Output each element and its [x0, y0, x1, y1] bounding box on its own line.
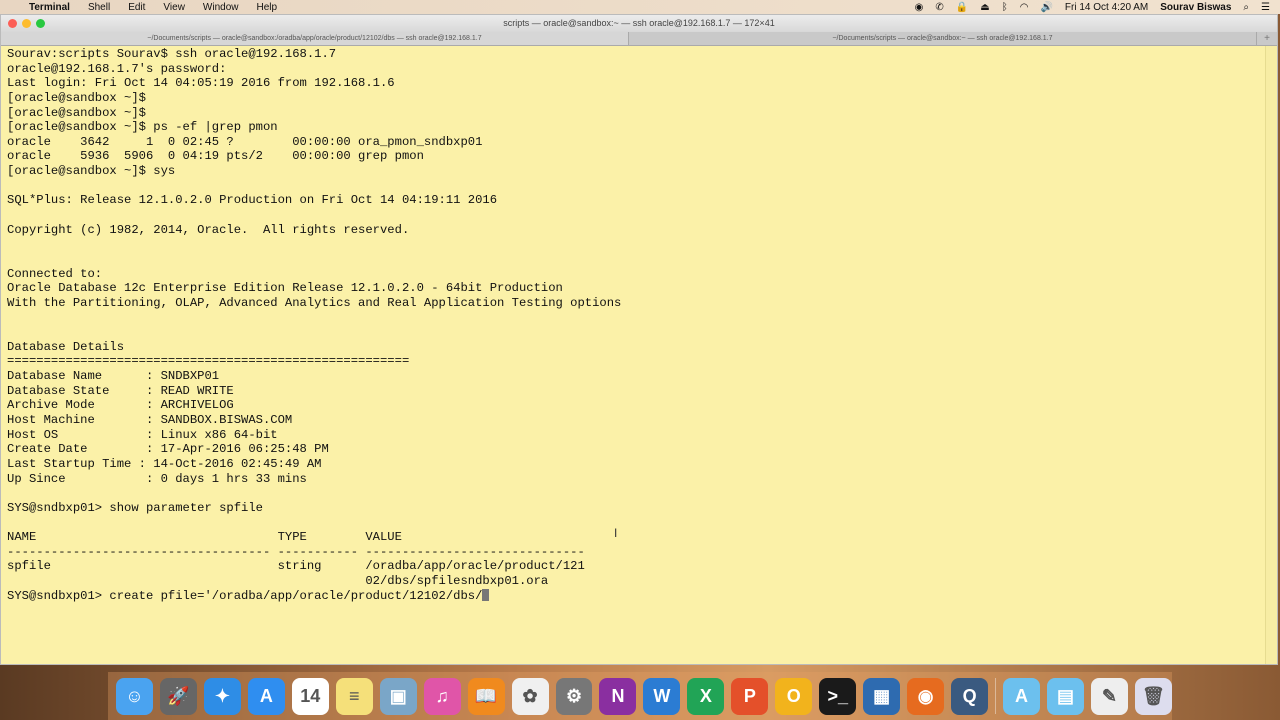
title-bar[interactable]: scripts — oracle@sandbox:~ — ssh oracle@… — [1, 15, 1277, 32]
terminal-line: spfile string /oradba/app/oracle/product… — [7, 559, 585, 574]
preview-icon[interactable]: ▣ — [379, 677, 417, 715]
scrollbar[interactable] — [1265, 46, 1277, 664]
terminal-line: Archive Mode : ARCHIVELOG — [7, 398, 234, 413]
terminal-line: Copyright (c) 1982, 2014, Oracle. All ri… — [7, 222, 410, 237]
volume-icon[interactable]: 🔊 — [1040, 2, 1052, 13]
word-icon[interactable]: W — [643, 677, 681, 715]
terminal-line: Oracle Database 12c Enterprise Edition R… — [7, 281, 563, 296]
onenote-icon[interactable]: N — [599, 677, 637, 715]
menu-window[interactable]: Window — [203, 2, 239, 13]
terminal-line: Up Since : 0 days 1 hrs 33 mins — [7, 471, 307, 486]
launchpad-icon[interactable]: 🚀 — [159, 677, 197, 715]
excel-icon[interactable]: X — [687, 677, 725, 715]
terminal-line: Create Date : 17-Apr-2016 06:25:48 PM — [7, 442, 329, 457]
minimize-button[interactable] — [22, 19, 31, 28]
terminal-output[interactable]: Sourav:scripts Sourav$ ssh oracle@192.16… — [1, 46, 1265, 664]
terminal-line: oracle 5936 5906 0 04:19 pts/2 00:00:00 … — [7, 149, 424, 164]
terminal-line: Host Machine : SANDBOX.BISWAS.COM — [7, 413, 293, 428]
text-cursor — [482, 588, 490, 601]
menu-view[interactable]: View — [163, 2, 185, 13]
safari-icon[interactable]: ✦ — [203, 677, 241, 715]
menu-shell[interactable]: Shell — [88, 2, 110, 13]
tab-home[interactable]: ~/Documents/scripts — oracle@sandbox:~ —… — [629, 32, 1257, 45]
record-icon[interactable]: ◉ — [915, 2, 924, 13]
menu-edit[interactable]: Edit — [128, 2, 145, 13]
terminal-line: Last login: Fri Oct 14 04:05:19 2016 fro… — [7, 76, 395, 91]
tab-dbs[interactable]: ~/Documents/scripts — oracle@sandbox:/or… — [1, 32, 629, 45]
terminal-line: SQL*Plus: Release 12.1.0.2.0 Production … — [7, 193, 498, 208]
terminal-line: ========================================… — [7, 354, 410, 369]
terminal-line: oracle 3642 1 0 02:45 ? 00:00:00 ora_pmo… — [7, 134, 483, 149]
textedit-icon[interactable]: ✎ — [1090, 677, 1128, 715]
terminal-line: oracle@192.168.1.7's password: — [7, 61, 227, 76]
firefox-icon[interactable]: ◉ — [907, 677, 945, 715]
terminal-line: Last Startup Time : 14-Oct-2016 02:45:49… — [7, 456, 322, 471]
terminal-line: ------------------------------------ ---… — [7, 544, 585, 559]
outlook-icon[interactable]: O — [775, 677, 813, 715]
terminal-line: 02/dbs/spfilesndbxp01.ora — [7, 574, 549, 589]
terminal-line: Database Name : SNDBXP01 — [7, 369, 220, 384]
close-button[interactable] — [8, 19, 17, 28]
menu-app-name[interactable]: Terminal — [29, 2, 70, 13]
lock-icon[interactable]: 🔒 — [956, 2, 968, 13]
terminal-line: NAME TYPE VALUE — [7, 530, 402, 545]
trash-icon[interactable]: 🗑 — [1134, 677, 1172, 715]
terminal-line: [oracle@sandbox ~]$ sys — [7, 164, 176, 179]
clock[interactable]: Fri 14 Oct 4:20 AM — [1065, 2, 1148, 13]
quicktime-icon[interactable]: Q — [951, 677, 989, 715]
terminal-line: [oracle@sandbox ~]$ — [7, 105, 146, 120]
terminal-line: [oracle@sandbox ~]$ — [7, 90, 146, 105]
terminal-icon[interactable]: >_ — [819, 677, 857, 715]
ibeam-cursor-icon: I — [614, 526, 618, 540]
dock-separator — [995, 678, 997, 714]
window-title: scripts — oracle@sandbox:~ — ssh oracle@… — [503, 18, 775, 28]
prompt-line[interactable]: SYS@sndbxp01> create pfile='/oradba/app/… — [7, 588, 1265, 604]
menu-bar: Terminal Shell Edit View Window Help ◉ ✆… — [0, 0, 1280, 14]
terminal-line: Sourav:scripts Sourav$ ssh oracle@192.16… — [7, 47, 337, 61]
terminal-line: SYS@sndbxp01> show parameter spfile — [7, 500, 263, 515]
itunes-icon[interactable]: ♫ — [423, 677, 461, 715]
applications-folder-icon[interactable]: A — [1003, 677, 1041, 715]
ibooks-icon[interactable]: 📖 — [467, 677, 505, 715]
documents-folder-icon[interactable]: ▤ — [1047, 677, 1084, 715]
phone-icon[interactable]: ✆ — [935, 2, 943, 13]
notification-center-icon[interactable]: ☰ — [1261, 2, 1270, 13]
zoom-button[interactable] — [36, 19, 45, 28]
virtualbox-icon[interactable]: ▦ — [863, 677, 901, 715]
powerpoint-icon[interactable]: P — [731, 677, 769, 715]
terminal-line: Connected to: — [7, 266, 103, 281]
system-preferences-icon[interactable]: ⚙ — [555, 677, 593, 715]
command-input[interactable]: SYS@sndbxp01> create pfile='/oradba/app/… — [7, 589, 482, 603]
terminal-window: scripts — oracle@sandbox:~ — ssh oracle@… — [0, 14, 1278, 665]
photos-icon[interactable]: ✿ — [511, 677, 549, 715]
terminal-line: [oracle@sandbox ~]$ ps -ef |grep pmon — [7, 120, 278, 135]
spotlight-icon[interactable]: ⌕ — [1243, 2, 1249, 13]
terminal-line: Host OS : Linux x86 64-bit — [7, 427, 278, 442]
terminal-line: Database State : READ WRITE — [7, 383, 234, 398]
wifi-icon[interactable]: ◠ — [1020, 2, 1029, 13]
notes-icon[interactable]: ≡ — [335, 677, 373, 715]
terminal-line: Database Details — [7, 339, 125, 354]
menu-help[interactable]: Help — [257, 2, 278, 13]
calendar-icon[interactable]: 14 — [291, 677, 329, 715]
bluetooth-icon[interactable]: ᛒ — [1002, 2, 1008, 13]
tab-bar: ~/Documents/scripts — oracle@sandbox:/or… — [1, 32, 1277, 46]
user-name[interactable]: Sourav Biswas — [1160, 2, 1231, 13]
dock: ☺ 🚀 ✦ A 14 ≡ ▣ ♫ 📖 ✿ ⚙ N W X P O >_ ▦ ◉ Q A ▤ ✎ 🗑 — [108, 672, 1172, 720]
finder-icon[interactable]: ☺ — [116, 677, 153, 715]
app-store-icon[interactable]: A — [247, 677, 285, 715]
eject-icon[interactable]: ⏏ — [980, 2, 989, 13]
new-tab-button[interactable]: + — [1257, 32, 1277, 45]
terminal-line: With the Partitioning, OLAP, Advanced An… — [7, 295, 622, 310]
